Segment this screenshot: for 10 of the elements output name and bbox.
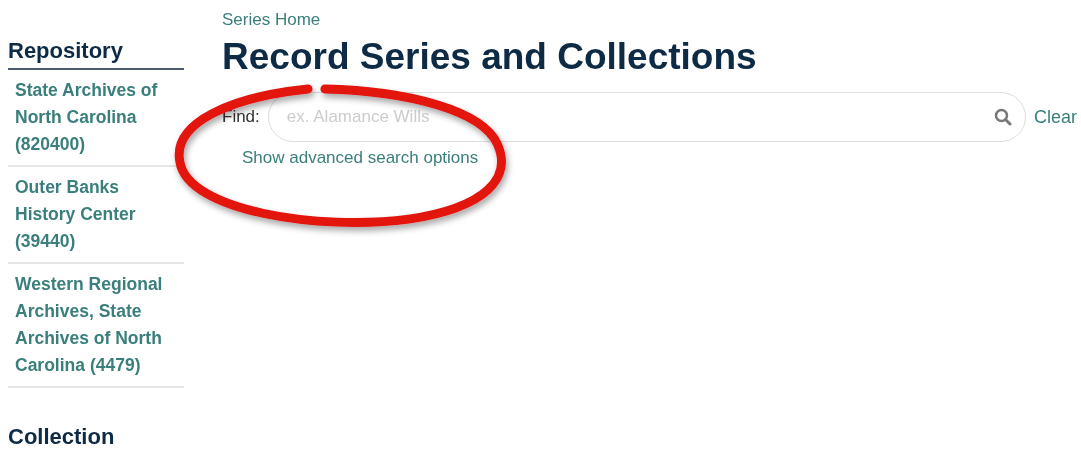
repository-link[interactable]: Outer Banks History Center (39440) [8, 167, 184, 264]
breadcrumb-link[interactable]: Series Home [222, 10, 321, 30]
repository-link[interactable]: State Archives of North Carolina (820400) [8, 70, 184, 167]
search-icon[interactable] [994, 108, 1012, 126]
section-heading: Collection [8, 424, 116, 449]
page-title: Record Series and Collections [222, 36, 758, 78]
advanced-search-link[interactable]: Show advanced search options [242, 148, 479, 168]
section-heading: Repository [8, 38, 124, 65]
clear-link[interactable]: Clear [1034, 106, 1081, 128]
repository-link[interactable]: Western Regional Archives, State Archives of North Carolina (4479) [8, 264, 184, 388]
